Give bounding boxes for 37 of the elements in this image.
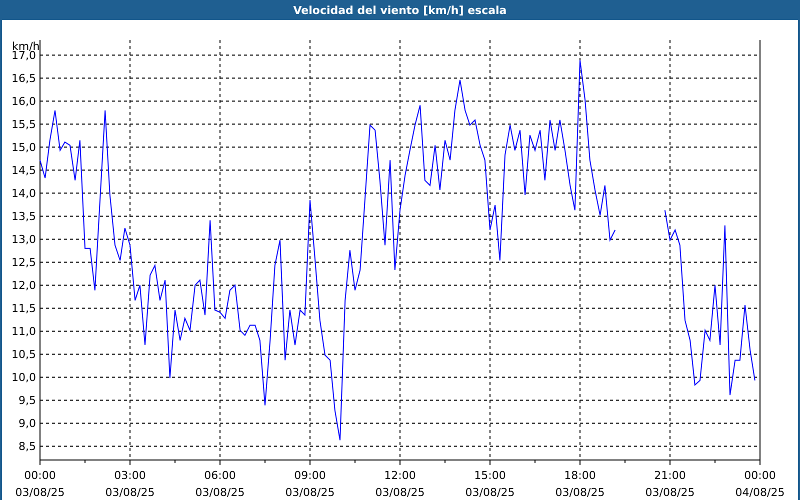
x-tick-date: 03/08/25 xyxy=(375,486,425,498)
x-tick-date: 03/08/25 xyxy=(465,486,515,498)
y-tick-label: 11,5 xyxy=(12,302,36,316)
x-tick-label: 00:00 xyxy=(744,469,776,482)
chart-title: Velocidad del viento [km/h] escala xyxy=(293,4,507,16)
x-tick-date: 03/08/25 xyxy=(105,486,155,498)
y-tick-label: 9,5 xyxy=(18,394,36,408)
x-tick-label: 21:00 xyxy=(654,469,686,482)
y-tick-label: 16,5 xyxy=(12,72,36,86)
y-tick-label: 17,0 xyxy=(12,49,36,62)
x-tick-label: 00:00 xyxy=(24,469,56,482)
y-tick-label: 8,5 xyxy=(18,440,36,454)
y-tick-label: 13,0 xyxy=(12,233,36,246)
y-tick-label: 14,5 xyxy=(12,164,36,178)
y-tick-label: 12,5 xyxy=(12,256,36,270)
y-tick-label: 15,5 xyxy=(12,118,36,132)
y-tick-label: 16,0 xyxy=(12,95,36,108)
y-tick-label: 11,0 xyxy=(12,325,36,338)
x-tick-date: 03/08/25 xyxy=(195,486,245,498)
y-tick-label: 15,0 xyxy=(12,141,36,154)
y-tick-label: 14,0 xyxy=(12,187,36,200)
x-tick-date: 03/08/25 xyxy=(555,486,605,498)
x-tick-label: 15:00 xyxy=(474,469,506,482)
x-tick-date: 03/08/25 xyxy=(285,486,335,498)
x-tick-date: 04/08/25 xyxy=(735,486,785,498)
y-tick-label: 9,0 xyxy=(18,417,36,430)
x-tick-label: 12:00 xyxy=(384,469,416,482)
y-tick-label: 10,0 xyxy=(12,371,36,384)
x-tick-date: 03/08/25 xyxy=(15,486,65,498)
x-tick-label: 06:00 xyxy=(204,469,236,482)
x-tick-label: 09:00 xyxy=(294,469,326,482)
x-tick-label: 18:00 xyxy=(564,469,596,482)
x-tick-date: 03/08/25 xyxy=(645,486,695,498)
y-tick-label: 10,5 xyxy=(12,348,36,362)
x-tick-label: 03:00 xyxy=(114,469,146,482)
y-tick-label: 13,5 xyxy=(12,210,36,224)
y-tick-label: 12,0 xyxy=(12,279,36,292)
